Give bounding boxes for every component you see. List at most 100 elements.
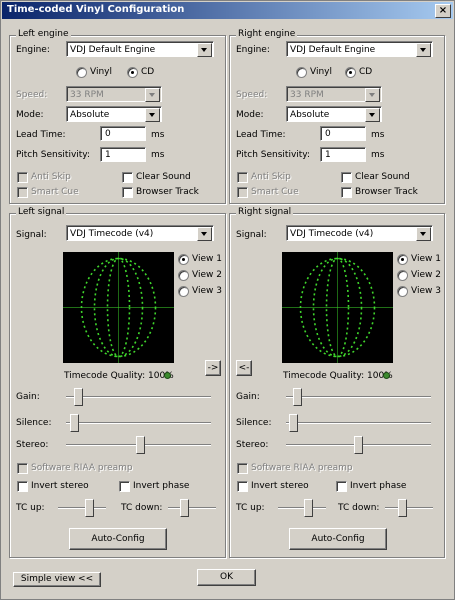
- chevron-down-icon[interactable]: [197, 43, 212, 57]
- left-vinyl-radio[interactable]: [76, 67, 87, 78]
- right-pitch-input[interactable]: 1: [320, 147, 366, 162]
- left-speed-select: 33 RPM: [66, 86, 162, 102]
- right-signal-legend: Right signal: [236, 207, 294, 217]
- right-signal-select[interactable]: VDJ Timecode (v4): [286, 225, 433, 241]
- left-pitch-label: Pitch Sensitivity:: [16, 150, 91, 160]
- right-tc-up-slider[interactable]: [278, 507, 326, 509]
- right-clear-sound-checkbox[interactable]: [341, 172, 352, 183]
- right-invert-phase-checkbox[interactable]: [336, 481, 347, 492]
- left-view1-label: View 1: [192, 254, 222, 264]
- left-silence-slider[interactable]: [66, 422, 211, 424]
- right-copy-button[interactable]: <-: [236, 360, 252, 376]
- left-copy-button[interactable]: ->: [205, 360, 221, 376]
- close-icon[interactable]: ×: [435, 4, 451, 18]
- right-tc-up-thumb[interactable]: [304, 499, 313, 517]
- right-gain-thumb[interactable]: [293, 388, 302, 406]
- right-silence-slider[interactable]: [286, 422, 431, 424]
- right-gain-slider[interactable]: [286, 396, 431, 398]
- right-view1-label: View 1: [411, 254, 441, 264]
- chevron-down-icon: [365, 88, 380, 102]
- right-tc-down-thumb[interactable]: [398, 499, 407, 517]
- left-mode-select[interactable]: Absolute: [66, 106, 162, 122]
- right-anti-skip-checkbox: [237, 172, 248, 183]
- right-stereo-thumb[interactable]: [354, 436, 363, 454]
- left-stereo-label: Stereo:: [16, 440, 49, 450]
- left-invert-stereo-checkbox[interactable]: [17, 481, 28, 492]
- chevron-down-icon[interactable]: [416, 43, 431, 57]
- left-stereo-thumb[interactable]: [136, 436, 145, 454]
- left-invert-phase-checkbox[interactable]: [119, 481, 130, 492]
- left-gain-slider[interactable]: [66, 396, 211, 398]
- right-vinyl-radio[interactable]: [296, 67, 307, 78]
- left-vinyl-label: Vinyl: [90, 67, 112, 77]
- left-view3-label: View 3: [192, 286, 222, 296]
- right-cd-label: CD: [359, 67, 373, 77]
- right-silence-thumb[interactable]: [289, 414, 298, 432]
- left-browser-track-checkbox[interactable]: [122, 187, 133, 198]
- chevron-down-icon[interactable]: [145, 108, 160, 122]
- right-silence-label: Silence:: [236, 418, 272, 428]
- left-signal-select[interactable]: VDJ Timecode (v4): [66, 225, 214, 241]
- right-smart-cue-checkbox: [237, 187, 248, 198]
- right-view3-label: View 3: [411, 286, 441, 296]
- right-engine-label: Engine:: [236, 45, 270, 55]
- title-bar: Time-coded Vinyl Configuration ×: [2, 2, 453, 19]
- right-speed-label: Speed:: [236, 90, 268, 100]
- right-vinyl-label: Vinyl: [310, 67, 332, 77]
- left-autoconfig-button[interactable]: Auto-Config: [69, 528, 167, 550]
- left-view1-radio[interactable]: [178, 254, 189, 265]
- right-anti-skip-label: Anti Skip: [251, 172, 291, 182]
- right-tc-down-slider[interactable]: [385, 507, 433, 509]
- right-invert-stereo-label: Invert stereo: [251, 481, 309, 491]
- left-smart-cue-checkbox: [17, 187, 28, 198]
- left-smart-cue-label: Smart Cue: [31, 187, 79, 197]
- right-invert-stereo-checkbox[interactable]: [237, 481, 248, 492]
- left-tc-up-slider[interactable]: [58, 507, 106, 509]
- right-view1-radio[interactable]: [397, 254, 408, 265]
- right-browser-track-checkbox[interactable]: [341, 187, 352, 198]
- left-cd-radio[interactable]: [127, 67, 138, 78]
- right-lead-label: Lead Time:: [236, 130, 286, 140]
- left-gain-thumb[interactable]: [74, 388, 83, 406]
- chevron-down-icon[interactable]: [197, 227, 212, 241]
- right-cd-radio[interactable]: [345, 67, 356, 78]
- left-pitch-input[interactable]: 1: [100, 147, 146, 162]
- right-engine-legend: Right engine: [236, 29, 298, 39]
- left-clear-sound-checkbox[interactable]: [122, 172, 133, 183]
- right-speed-select: 33 RPM: [286, 86, 382, 102]
- right-autoconfig-button[interactable]: Auto-Config: [289, 528, 387, 550]
- left-invert-phase-label: Invert phase: [133, 481, 190, 491]
- left-engine-select[interactable]: VDJ Default Engine: [66, 41, 214, 57]
- ok-button[interactable]: OK: [197, 569, 256, 586]
- left-clear-sound-label: Clear Sound: [136, 172, 191, 182]
- right-view2-label: View 2: [411, 270, 441, 280]
- chevron-down-icon[interactable]: [416, 227, 431, 241]
- left-tc-up-thumb[interactable]: [85, 499, 94, 517]
- right-lead-input[interactable]: 0: [320, 126, 366, 141]
- chevron-down-icon[interactable]: [365, 108, 380, 122]
- right-quality-led-icon: [383, 372, 390, 379]
- right-engine-select[interactable]: VDJ Default Engine: [286, 41, 433, 57]
- right-timecode-scope: [282, 252, 393, 363]
- right-mode-select[interactable]: Absolute: [286, 106, 382, 122]
- simple-view-button[interactable]: Simple view <<: [13, 572, 101, 587]
- right-view2-radio[interactable]: [397, 270, 408, 281]
- right-tc-down-label: TC down:: [338, 503, 380, 513]
- left-lead-input[interactable]: 0: [100, 126, 146, 141]
- left-view3-radio[interactable]: [178, 286, 189, 297]
- left-tc-down-slider[interactable]: [168, 507, 216, 509]
- left-quality-led-icon: [164, 372, 171, 379]
- left-pitch-unit: ms: [151, 150, 165, 160]
- left-riaa-checkbox: [17, 463, 28, 474]
- right-signal-label: Signal:: [236, 230, 267, 240]
- left-engine-legend: Left engine: [16, 29, 71, 39]
- left-riaa-label: Software RIAA preamp: [31, 463, 133, 473]
- left-gain-label: Gain:: [16, 392, 40, 402]
- left-tc-down-thumb[interactable]: [180, 499, 189, 517]
- left-lead-unit: ms: [151, 130, 165, 140]
- right-view3-radio[interactable]: [397, 286, 408, 297]
- left-speed-label: Speed:: [16, 90, 48, 100]
- right-pitch-unit: ms: [371, 150, 385, 160]
- left-silence-thumb[interactable]: [70, 414, 79, 432]
- left-view2-radio[interactable]: [178, 270, 189, 281]
